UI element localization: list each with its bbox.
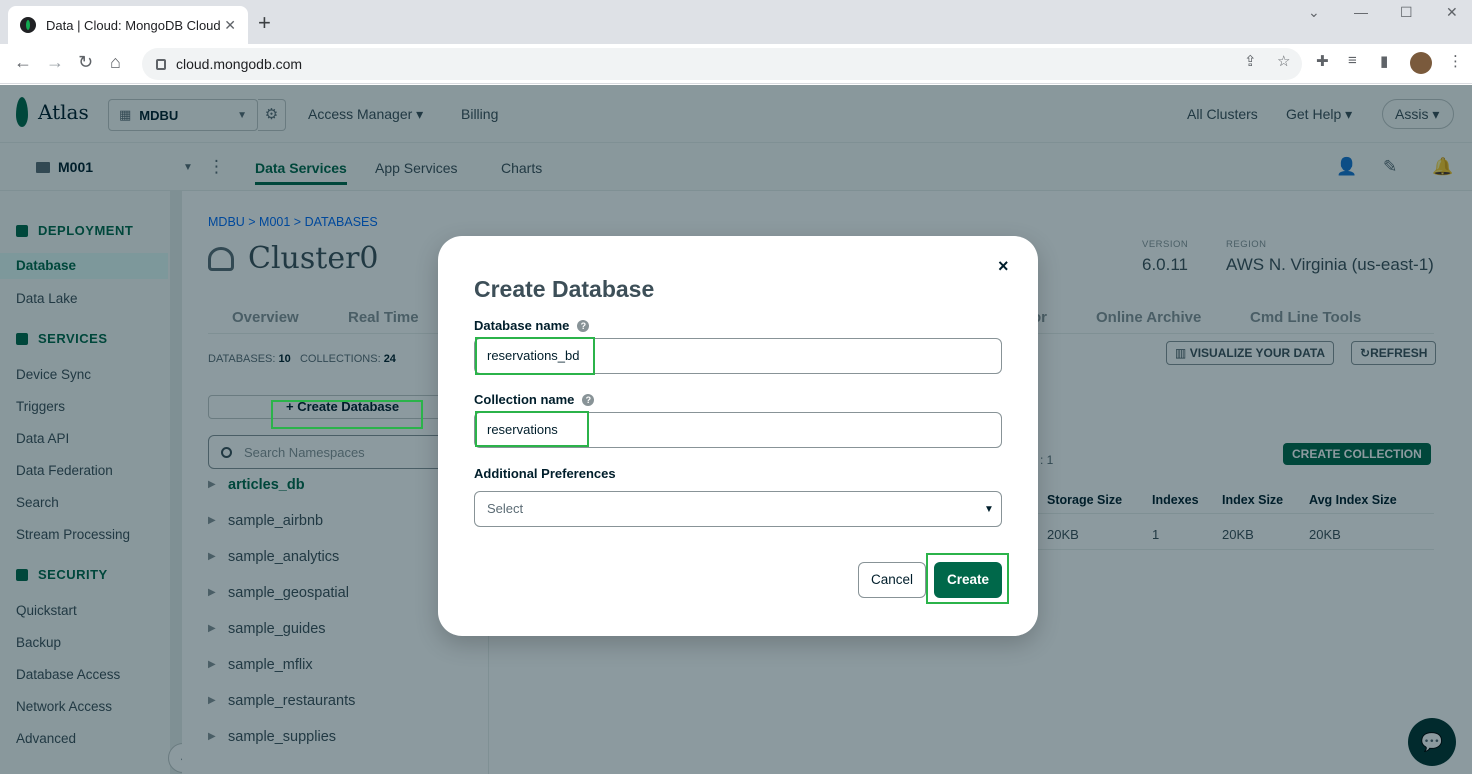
reload-icon[interactable]: ↻	[78, 52, 93, 73]
profile-avatar[interactable]	[1410, 52, 1432, 74]
address-bar[interactable]: cloud.mongodb.com	[142, 48, 1302, 80]
close-icon[interactable]: ×	[998, 256, 1009, 277]
highlight-box	[475, 411, 589, 447]
tab-close-icon[interactable]: ✕	[224, 17, 236, 34]
share-icon[interactable]: ⇪	[1244, 52, 1257, 70]
highlight-box	[475, 337, 595, 375]
chevron-down-icon[interactable]: ⌄	[1308, 4, 1320, 21]
tab-title: Data | Cloud: MongoDB Cloud	[46, 17, 221, 33]
help-icon[interactable]: ?	[577, 319, 590, 332]
home-icon[interactable]: ⌂	[110, 52, 121, 73]
caret-down-icon: ▼	[984, 504, 994, 515]
collection-name-label: Collection name?	[474, 392, 595, 407]
highlight-box	[926, 553, 1009, 604]
new-tab-icon[interactable]: +	[258, 10, 271, 36]
forward-icon[interactable]: →	[46, 52, 64, 73]
modal-title: Create Database	[474, 276, 655, 302]
maximize-icon[interactable]: ☐	[1400, 4, 1413, 21]
database-name-label: Database name?	[474, 318, 590, 333]
create-database-modal: × Create Database Database name? reserva…	[438, 236, 1038, 636]
additional-preferences-select[interactable]: Select	[474, 491, 1002, 527]
minimize-icon[interactable]: —	[1354, 4, 1368, 20]
back-icon[interactable]: ←	[14, 52, 32, 73]
extensions-icon[interactable]: ✚	[1316, 52, 1329, 70]
close-window-icon[interactable]: ✕	[1446, 4, 1458, 21]
mongodb-favicon-icon	[20, 17, 36, 33]
star-icon[interactable]: ☆	[1277, 52, 1290, 70]
side-panel-icon[interactable]: ▮	[1380, 52, 1388, 70]
browser-toolbar: ← → ↻ ⌂ cloud.mongodb.com ⇪ ☆ ✚ ≡ ▮ ⋮	[0, 44, 1472, 84]
highlight-box	[271, 400, 423, 429]
more-menu-icon[interactable]: ⋮	[1448, 52, 1463, 70]
browser-tab-strip: Data | Cloud: MongoDB Cloud ✕ + ⌄ — ☐ ✕	[0, 0, 1472, 44]
help-icon[interactable]: ?	[582, 393, 595, 406]
cancel-button[interactable]: Cancel	[858, 562, 926, 598]
media-icon[interactable]: ≡	[1348, 52, 1357, 69]
browser-tab[interactable]: Data | Cloud: MongoDB Cloud ✕	[8, 6, 248, 44]
lock-icon	[156, 58, 166, 70]
url-text: cloud.mongodb.com	[176, 56, 303, 72]
additional-preferences-label: Additional Preferences	[474, 466, 616, 481]
